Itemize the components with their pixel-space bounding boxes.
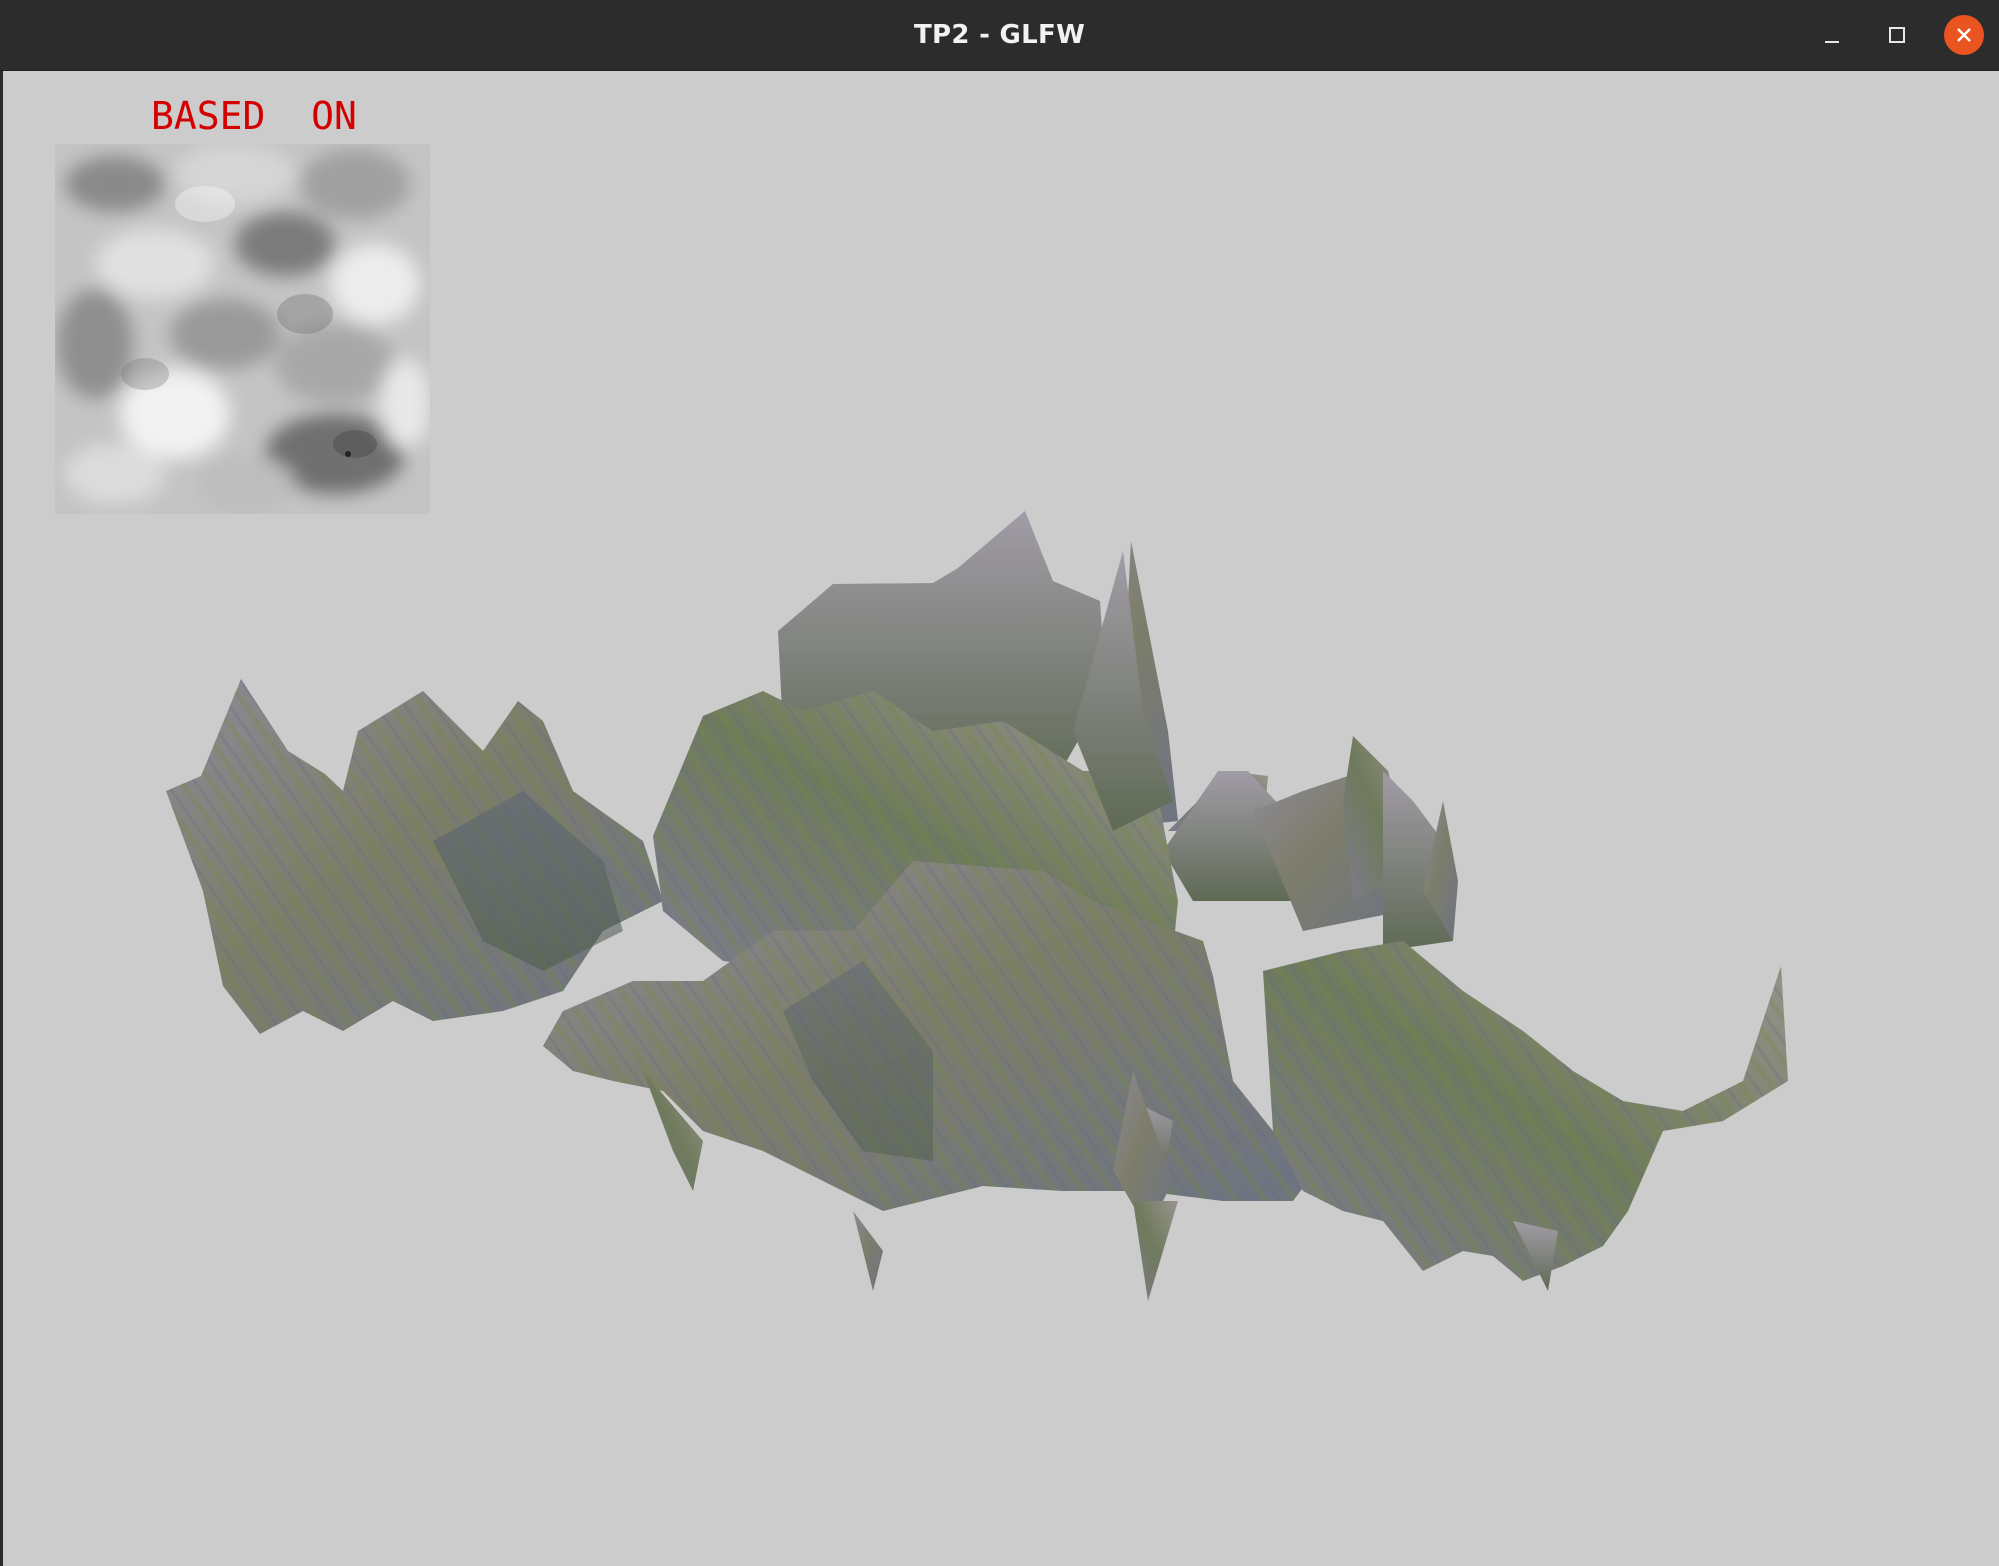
heightmap-preview	[55, 144, 430, 514]
terrain-bottom-spikes	[853, 1201, 1178, 1301]
opengl-viewport[interactable]: BASED ON	[3, 71, 1999, 1566]
window-title: TP2 - GLFW	[913, 20, 1086, 50]
title-bar[interactable]: TP2 - GLFW	[0, 0, 1999, 71]
overlay-label: BASED ON	[151, 94, 357, 138]
minimize-icon	[1825, 41, 1839, 43]
terrain-right-ridge	[1263, 941, 1788, 1291]
terrain-front-slopes	[543, 861, 1323, 1231]
close-icon	[1957, 28, 1971, 42]
app-window: TP2 - GLFW BASED ON	[0, 0, 1999, 1566]
maximize-icon	[1889, 27, 1905, 43]
close-button[interactable]	[1944, 15, 1984, 55]
terrain-left-ridge	[166, 679, 663, 1034]
minimize-button[interactable]	[1812, 15, 1852, 55]
maximize-button[interactable]	[1877, 15, 1917, 55]
